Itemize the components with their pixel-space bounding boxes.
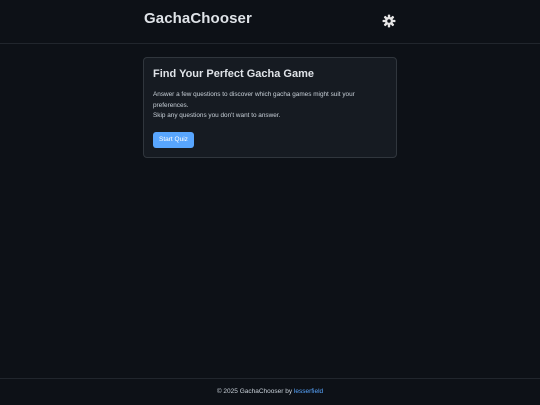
site-footer: © 2025 GachaChooser by lesserfield: [0, 378, 540, 405]
intro-card: Find Your Perfect Gacha Game Answer a fe…: [143, 57, 397, 158]
author-link[interactable]: lesserfield: [294, 388, 323, 395]
copyright-text: © 2025 GachaChooser by: [216, 388, 293, 395]
intro-line-1: Answer a few questions to discover which…: [153, 91, 355, 109]
intro-title: Find Your Perfect Gacha Game: [153, 68, 314, 80]
intro-description: Answer a few questions to discover which…: [153, 90, 385, 122]
start-quiz-button[interactable]: Start Quiz: [153, 132, 194, 148]
site-header: GachaChooser: [0, 0, 540, 44]
intro-line-2: Skip any questions you don't want to ans…: [153, 112, 281, 119]
gear-icon[interactable]: [382, 14, 396, 28]
site-title[interactable]: GachaChooser: [144, 10, 252, 27]
